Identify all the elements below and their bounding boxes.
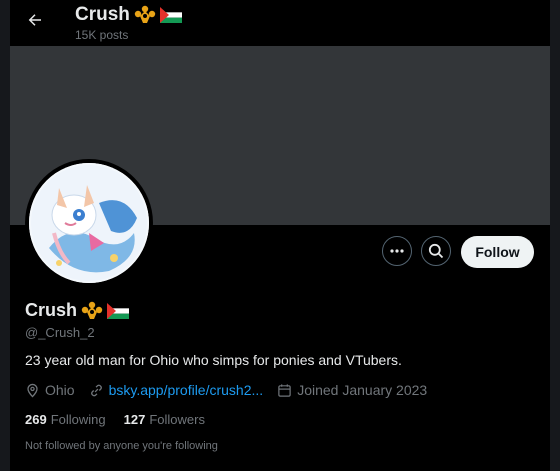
location: Ohio <box>25 382 75 398</box>
user-handle: @_Crush_2 <box>25 325 95 340</box>
profile-header: Crush 15K posts <box>10 0 550 46</box>
follow-button[interactable]: Follow <box>461 236 534 268</box>
display-name-text: Crush <box>25 300 78 320</box>
calendar-icon <box>278 383 291 397</box>
more-button[interactable] <box>382 236 412 266</box>
palestine-flag-icon <box>159 7 182 23</box>
following-number: 269 <box>25 412 47 427</box>
arrow-left-icon <box>28 14 41 26</box>
followers-number: 127 <box>123 412 146 427</box>
join-date: Joined January 2023 <box>277 382 427 398</box>
palestine-flag-icon <box>107 302 130 319</box>
bio-text: 23 year old man for Ohio who simps for p… <box>25 352 402 368</box>
link-icon <box>90 384 102 396</box>
followers-label: Followers <box>149 412 205 427</box>
search-button[interactable] <box>421 236 451 266</box>
crown-badge-icon <box>134 5 156 23</box>
join-date-text: Joined January 2023 <box>297 382 428 398</box>
posts-count: 15K posts <box>75 28 129 42</box>
avatar-border <box>25 159 153 287</box>
followed-by-notice: Not followed by anyone you're following <box>25 440 218 452</box>
more-icon <box>390 249 404 253</box>
website-link[interactable]: bsky.app/profile/crush2... <box>109 382 264 398</box>
left-gutter <box>0 0 10 471</box>
profile-meta: Ohio bsky.app/profile/crush2... Joined J… <box>25 382 441 398</box>
crown-badge-icon <box>81 301 103 319</box>
back-button[interactable] <box>24 9 46 31</box>
avatar-image <box>29 163 149 283</box>
right-gutter <box>550 0 560 471</box>
location-pin-icon <box>27 383 38 398</box>
follow-counts: 269 Following 127 Followers <box>25 412 205 427</box>
following-label: Following <box>50 412 106 427</box>
avatar[interactable] <box>29 163 149 283</box>
profile-page: Crush 15K posts Follow Crush @_Crush_2 2… <box>0 0 560 471</box>
display-name: Crush <box>25 300 130 321</box>
following-count[interactable]: 269 Following <box>25 412 106 427</box>
header-title: Crush <box>75 4 182 26</box>
website[interactable]: bsky.app/profile/crush2... <box>89 382 264 398</box>
followers-count[interactable]: 127 Followers <box>124 412 205 427</box>
header-name: Crush <box>75 4 130 25</box>
location-text: Ohio <box>45 382 75 398</box>
search-icon <box>428 243 444 259</box>
